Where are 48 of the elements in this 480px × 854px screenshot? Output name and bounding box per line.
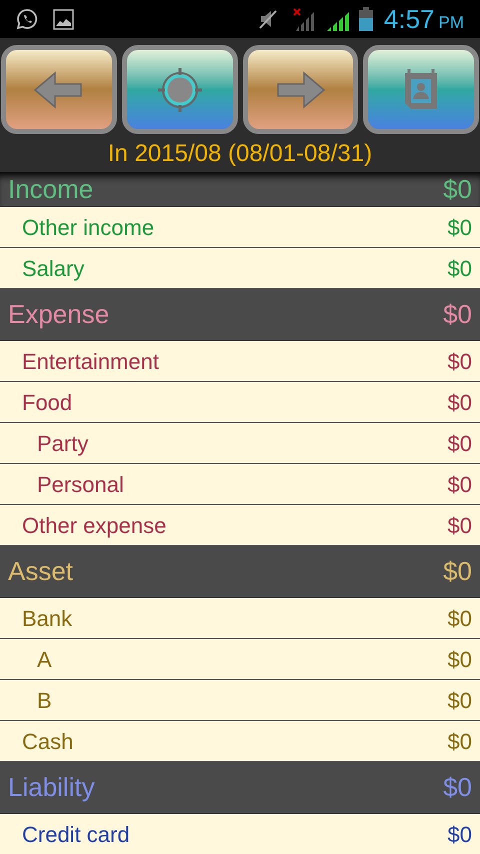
section-header[interactable]: Liability $0 xyxy=(0,762,480,814)
category-amount: $0 xyxy=(448,646,472,674)
section-header[interactable]: Expense $0 xyxy=(0,289,480,341)
image-icon xyxy=(53,8,74,30)
category-name: Credit card xyxy=(22,820,130,848)
clock-time: 4:57 xyxy=(384,6,434,32)
section-header[interactable]: Asset $0 xyxy=(0,546,480,598)
category-name: Bank xyxy=(22,604,72,632)
category-amount: $0 xyxy=(448,604,472,632)
category-name: B xyxy=(37,686,52,714)
category-amount: $0 xyxy=(448,470,472,498)
category-amount: $0 xyxy=(448,430,472,458)
section-name: Expense xyxy=(8,298,110,331)
section-name: Income xyxy=(8,172,94,206)
current-period-button[interactable] xyxy=(122,45,238,134)
section-total: $0 xyxy=(443,298,472,331)
section-name: Liability xyxy=(8,771,95,804)
battery-icon xyxy=(358,7,374,31)
chat-app-icon xyxy=(16,8,38,30)
next-button[interactable] xyxy=(242,45,358,134)
category-name: Food xyxy=(22,388,72,416)
section-name: Asset xyxy=(8,555,74,588)
category-name: Other income xyxy=(22,214,154,242)
category-name: Other expense xyxy=(22,512,166,540)
category-name: A xyxy=(37,646,52,674)
category-amount: $0 xyxy=(448,820,472,848)
clock-period: PM xyxy=(438,14,464,30)
category-amount: $0 xyxy=(448,254,472,282)
category-name: Salary xyxy=(22,254,84,283)
section-total: $0 xyxy=(443,555,472,588)
section-total: $0 xyxy=(443,172,472,206)
category-amount: $0 xyxy=(448,728,472,756)
category-name: Personal xyxy=(37,470,124,498)
muted-speaker-icon xyxy=(258,8,278,30)
calendar-button[interactable] xyxy=(363,45,479,134)
category-amount: $0 xyxy=(448,388,472,416)
category-amount: $0 xyxy=(448,348,472,376)
section-total: $0 xyxy=(443,771,472,804)
category-name: Cash xyxy=(22,728,74,756)
category-name: Party xyxy=(37,430,88,458)
category-amount: $0 xyxy=(448,686,472,714)
section-header[interactable]: Income $0 xyxy=(0,172,480,207)
no-signal-icon xyxy=(292,7,316,31)
category-amount: $0 xyxy=(448,214,472,242)
period-label: In 2015/08 (08/01-08/31) xyxy=(108,142,372,166)
previous-button[interactable] xyxy=(1,45,117,134)
category-name: Entertainment xyxy=(22,348,159,376)
category-amount: $0 xyxy=(448,512,472,540)
